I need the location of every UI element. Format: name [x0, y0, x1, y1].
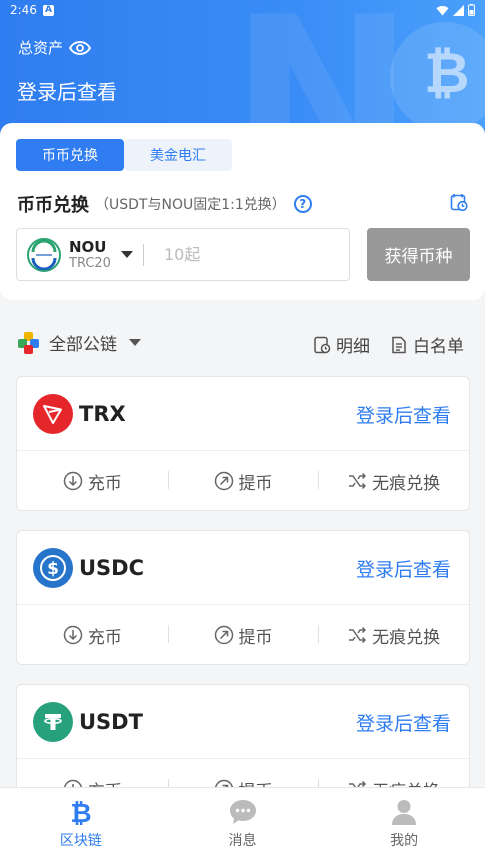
- help-icon[interactable]: ?: [293, 195, 312, 213]
- asset-actions: 充币 提币 无痕兑换: [17, 605, 469, 665]
- status-time: 2:46: [10, 3, 37, 17]
- nav-label: 我的: [390, 833, 419, 849]
- svg-text:$: $: [47, 559, 59, 579]
- battery-icon: [468, 4, 475, 16]
- withdraw-icon: [214, 625, 233, 645]
- withdraw-label: 提币: [238, 473, 273, 494]
- notification-icon: A: [42, 4, 54, 16]
- exchange-title: 币币兑换 （USDT与NOU固定1:1兑换） ?: [17, 191, 312, 217]
- deposit-button[interactable]: 充币: [17, 469, 168, 494]
- swap-label: 无痕兑换: [372, 473, 441, 494]
- trx-icon: [33, 393, 73, 434]
- shuffle-icon: [349, 626, 367, 644]
- exchange-note: （USDT与NOU固定1:1兑换）: [95, 197, 286, 213]
- whitelist-link[interactable]: 白名单: [390, 332, 464, 357]
- get-currency-button[interactable]: 获得币种: [367, 228, 470, 281]
- swap-button[interactable]: 无痕兑换: [318, 623, 469, 648]
- asset-card-header: $ USDC 登录后查看: [17, 531, 469, 605]
- wifi-icon: [436, 5, 449, 15]
- bitcoin-icon: ₿: [70, 799, 91, 826]
- tab-coin-exchange[interactable]: 币币兑换: [16, 139, 124, 171]
- total-assets-label: 总资产: [18, 37, 92, 58]
- asset-card-trx: TRX 登录后查看 充币 提币 无痕兑换: [16, 376, 470, 511]
- coin-selector[interactable]: NOU TRC20: [16, 228, 350, 281]
- asset-card-usdc: $ USDC 登录后查看 充币 提币 无痕兑换: [16, 530, 470, 665]
- swap-button[interactable]: 无痕兑换: [318, 469, 469, 494]
- bottom-nav: ₿ 区块链 消息 我的: [0, 787, 485, 861]
- asset-name: TRX: [79, 401, 126, 426]
- filter-row: 全部公链 明细 白名单: [0, 330, 485, 360]
- asset-name: USDT: [79, 709, 143, 734]
- withdraw-button[interactable]: 提币: [167, 469, 319, 494]
- total-assets-text: 总资产: [18, 39, 64, 57]
- signal-icon: [453, 4, 464, 16]
- asset-name: USDC: [79, 555, 145, 580]
- withdraw-label: 提币: [238, 627, 273, 648]
- detail-label: 明细: [336, 337, 370, 357]
- nav-label: 区块链: [59, 833, 102, 849]
- exchange-title-text: 币币兑换: [17, 195, 89, 216]
- login-to-view-link[interactable]: 登录后查看: [17, 76, 117, 105]
- deposit-label: 充币: [87, 473, 122, 494]
- deposit-icon: [63, 625, 83, 645]
- login-to-view-link[interactable]: 登录后查看: [356, 401, 451, 428]
- history-icon[interactable]: [450, 193, 468, 211]
- dropdown-caret-icon: [120, 251, 133, 258]
- chain-filter-label: 全部公链: [49, 335, 117, 355]
- swap-label: 无痕兑换: [372, 627, 441, 648]
- message-icon: [229, 800, 256, 824]
- exchange-tabs: 币币兑换 美金电汇: [16, 139, 232, 171]
- usdc-icon: $: [33, 547, 73, 588]
- user-icon: [392, 800, 417, 825]
- shuffle-icon: [349, 472, 367, 490]
- status-bar: 2:46 A: [0, 0, 485, 20]
- nav-profile[interactable]: 我的: [323, 788, 485, 861]
- header: N ₿ 2:46 A 总资产 登录后查看: [0, 0, 485, 140]
- deposit-button[interactable]: 充币: [17, 623, 168, 648]
- coin-name-block: NOU TRC20: [69, 238, 111, 271]
- withdraw-icon: [214, 471, 233, 491]
- coin-name: NOU: [69, 238, 107, 256]
- nav-label: 消息: [228, 833, 257, 849]
- divider: [142, 243, 144, 266]
- tab-usd-wire[interactable]: 美金电汇: [124, 139, 232, 171]
- nav-blockchain[interactable]: ₿ 区块链: [0, 788, 162, 861]
- bitcoin-watermark-icon: ₿: [390, 22, 485, 132]
- nou-coin-icon: [27, 237, 61, 272]
- login-to-view-link[interactable]: 登录后查看: [356, 555, 451, 582]
- chain-filter-dropdown[interactable]: 全部公链: [17, 330, 141, 355]
- coin-chain: TRC20: [69, 256, 111, 271]
- eye-icon[interactable]: [69, 40, 92, 55]
- chevron-down-icon: [129, 339, 141, 346]
- amount-input[interactable]: [163, 245, 314, 264]
- chain-blocks-icon: [17, 331, 41, 355]
- whitelist-label: 白名单: [413, 337, 464, 357]
- record-icon: [314, 336, 331, 353]
- asset-card-header: USDT 登录后查看: [17, 685, 469, 759]
- deposit-label: 充币: [87, 627, 122, 648]
- nav-messages[interactable]: 消息: [162, 788, 324, 861]
- usdt-icon: [33, 701, 73, 742]
- document-icon: [392, 336, 406, 353]
- brand-watermark: N: [230, 0, 414, 140]
- withdraw-button[interactable]: 提币: [167, 623, 319, 648]
- svg-text:₿: ₿: [70, 799, 91, 826]
- deposit-icon: [63, 471, 83, 491]
- asset-actions: 充币 提币 无痕兑换: [17, 451, 469, 511]
- detail-link[interactable]: 明细: [313, 332, 370, 357]
- login-to-view-link[interactable]: 登录后查看: [356, 709, 451, 736]
- asset-card-header: TRX 登录后查看: [17, 377, 469, 451]
